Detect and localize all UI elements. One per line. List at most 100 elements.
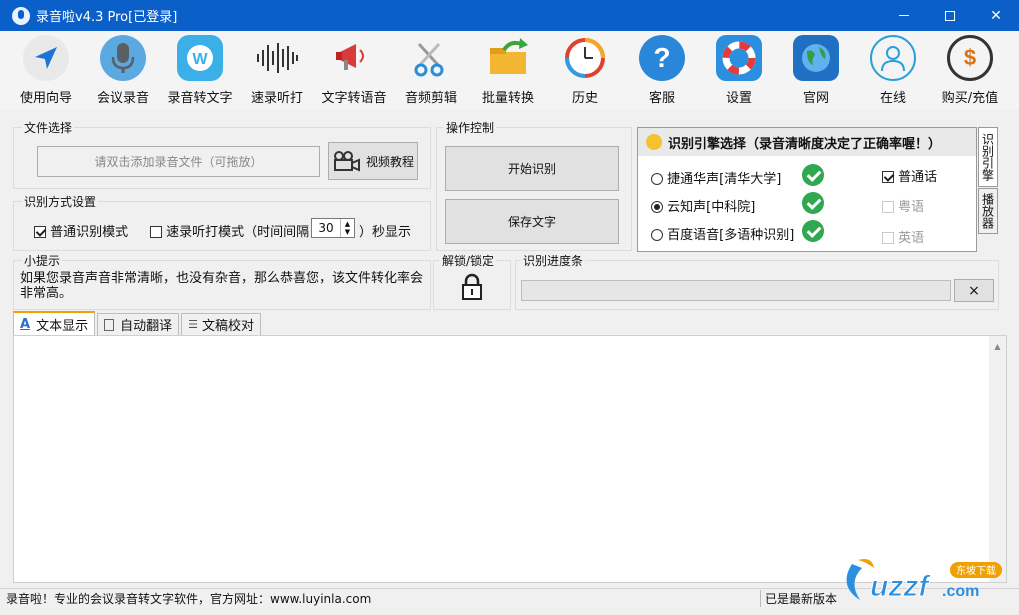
toolbar-usage-guide[interactable]: 使用向导 <box>6 35 86 107</box>
toolbar-label: 批量转换 <box>481 91 534 106</box>
video-tutorial-button[interactable]: 视频教程 <box>328 142 418 180</box>
progress-cancel-button[interactable]: × <box>954 279 994 302</box>
maximize-button[interactable] <box>927 0 973 31</box>
spinner-arrows[interactable]: ▲ ▼ <box>340 219 354 237</box>
tab-label: 文稿校对 <box>201 319 254 334</box>
toolbar-label: 音频剪辑 <box>404 91 457 106</box>
main-toolbar: 使用向导 会议录音 W 录音转文字 速录听打 文字转语音 音频剪辑 批量转换 历… <box>0 31 1019 109</box>
engine-option-label: 百度语音[多语种识别] <box>667 228 795 243</box>
normal-mode-option[interactable]: 普通识别模式 <box>34 221 128 240</box>
lifebuoy-icon <box>716 35 762 81</box>
toolbar-settings[interactable]: 设置 <box>699 35 779 107</box>
toolbar-online[interactable]: 在线 <box>853 35 933 107</box>
interval-spinner[interactable]: 30 ▲ ▼ <box>311 218 355 238</box>
status-left-text: 录音啦！专业的会议录音转文字软件，官方网址：www.luyinla.com <box>6 592 372 606</box>
video-camera-icon <box>333 151 360 172</box>
toolbar-purchase[interactable]: $ 购买/充值 <box>930 35 1010 107</box>
progress-bar <box>521 280 951 301</box>
padlock-icon[interactable] <box>460 273 484 305</box>
tab-label: 文本显示 <box>36 318 89 334</box>
toolbar-meeting-record[interactable]: 会议录音 <box>83 35 163 107</box>
add-file-dropzone[interactable]: 请双击添加录音文件（可拖放） <box>37 146 320 177</box>
progress-label: 识别进度条 <box>521 252 586 269</box>
toolbar-label: 历史 <box>571 91 598 106</box>
toolbar-dictation[interactable]: 速录听打 <box>237 35 317 107</box>
file-select-label: 文件选择 <box>22 119 75 136</box>
toolbar-batch-convert[interactable]: 批量转换 <box>468 35 548 107</box>
tab-proofread[interactable]: ☰ 文稿校对 <box>181 313 261 335</box>
status-check-icon <box>802 164 824 186</box>
dictation-mode-checkbox[interactable] <box>150 226 162 238</box>
toolbar-label: 使用向导 <box>19 91 72 106</box>
title-bar: 录音啦v4.3 Pro[已登录] ✕ <box>0 0 1019 31</box>
vertical-scrollbar[interactable]: ▲ <box>989 336 1006 582</box>
normal-mode-checkbox[interactable] <box>34 226 46 238</box>
w-badge-icon: W <box>177 35 223 81</box>
language-mandarin[interactable]: 普通话 <box>882 166 937 185</box>
toolbar-website[interactable]: 官网 <box>776 35 856 107</box>
svg-text:东坡下载: 东坡下载 <box>956 564 996 577</box>
mandarin-checkbox[interactable] <box>882 171 894 183</box>
minimize-button[interactable] <box>881 0 927 31</box>
engine-option-baidu[interactable]: 百度语音[多语种识别] <box>651 224 794 243</box>
engine-radio-jietong[interactable] <box>651 173 663 185</box>
text-display-area[interactable]: ▲ <box>13 335 1007 583</box>
tab-text-display[interactable]: A 文本显示 <box>13 311 96 335</box>
toolbar-text-to-speech[interactable]: 文字转语音 <box>314 35 394 107</box>
svg-text:W: W <box>192 51 208 68</box>
dictation-mode-option[interactable]: 速录听打模式（时间间隔 <box>150 221 309 240</box>
spin-up-icon[interactable]: ▲ <box>345 220 350 228</box>
minimize-icon <box>899 15 909 16</box>
scroll-up-icon[interactable]: ▲ <box>989 342 1006 351</box>
engine-option-jietong[interactable]: 捷通华声[清华大学] <box>651 168 781 187</box>
english-checkbox <box>882 232 894 244</box>
engine-header: 识别引擎选择（录音清晰度决定了正确率喔！） <box>638 128 976 156</box>
engine-radio-yunzhisheng[interactable] <box>651 201 663 213</box>
save-text-button[interactable]: 保存文字 <box>445 199 619 244</box>
text-a-icon: A <box>20 316 31 332</box>
close-window-button[interactable]: ✕ <box>973 0 1019 31</box>
dictation-mode-text: 速录听打模式（时间间隔 <box>166 225 310 240</box>
svg-text:uzzf: uzzf <box>870 570 931 603</box>
compass-arrow-icon <box>23 35 69 81</box>
start-recognition-button[interactable]: 开始识别 <box>445 146 619 191</box>
spin-down-icon[interactable]: ▼ <box>345 228 350 236</box>
language-cantonese: 粤语 <box>882 196 924 215</box>
window-title: 录音啦v4.3 Pro[已登录] <box>36 10 178 25</box>
globe-icon <box>793 35 839 81</box>
engine-option-label: 捷通华声[清华大学] <box>667 172 782 187</box>
history-clock-icon <box>562 35 608 81</box>
toolbar-label: 购买/充值 <box>941 91 999 106</box>
toolbar-history[interactable]: 历史 <box>545 35 625 107</box>
maximize-icon <box>945 10 955 21</box>
status-check-icon <box>802 192 824 214</box>
side-tab-player[interactable]: 播放器 <box>978 188 998 234</box>
toolbar-speech-to-text[interactable]: W 录音转文字 <box>160 35 240 107</box>
language-label: 英语 <box>898 231 925 246</box>
engine-radio-baidu[interactable] <box>651 229 663 241</box>
toolbar-audio-edit[interactable]: 音频剪辑 <box>391 35 471 107</box>
engine-option-yunzhisheng[interactable]: 云知声[中科院] <box>651 196 755 215</box>
toolbar-label: 会议录音 <box>96 91 149 106</box>
tab-auto-translate[interactable]: 自动翻译 <box>97 313 180 335</box>
megaphone-icon <box>331 35 377 81</box>
interval-suffix: ）秒显示 <box>359 225 412 240</box>
side-tab-engine[interactable]: 识别引擎 <box>978 127 998 187</box>
folder-arrow-icon <box>485 35 531 81</box>
dollar-cursor-icon: $ <box>947 35 993 81</box>
language-label: 普通话 <box>898 170 938 185</box>
recognition-mode-label: 识别方式设置 <box>22 193 99 210</box>
toolbar-label: 速录听打 <box>250 91 303 106</box>
close-icon: ✕ <box>990 7 1002 24</box>
microphone-small-icon <box>646 134 662 150</box>
tab-label: 自动翻译 <box>120 319 173 334</box>
status-right-text: 已是最新版本 <box>760 590 837 607</box>
toolbar-customer-service[interactable]: ? 客服 <box>622 35 702 107</box>
toolbar-label: 客服 <box>648 91 675 106</box>
interval-value[interactable]: 30 <box>312 219 340 237</box>
engine-option-label: 云知声[中科院] <box>667 200 756 215</box>
tips-label: 小提示 <box>22 252 63 269</box>
normal-mode-text: 普通识别模式 <box>50 225 129 240</box>
toolbar-label: 在线 <box>879 91 906 106</box>
help-icon: ? <box>639 35 685 81</box>
